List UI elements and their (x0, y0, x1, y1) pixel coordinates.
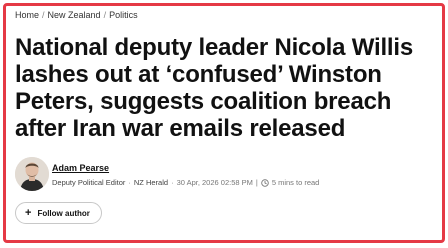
article-meta: Deputy Political Editor · NZ Herald · 30… (52, 178, 319, 188)
breadcrumb-home[interactable]: Home (15, 10, 39, 20)
breadcrumb-separator: / (103, 10, 107, 20)
read-time: 5 mins to read (271, 178, 320, 187)
breadcrumb-new-zealand[interactable]: New Zealand (48, 10, 101, 20)
publish-date: 30 Apr, 2026 02:58 PM (176, 178, 253, 187)
author-name-link[interactable]: Adam Pearse (52, 163, 109, 174)
breadcrumb-separator: / (42, 10, 45, 20)
author-role: Deputy Political Editor (52, 178, 126, 187)
meta-separator: | (255, 178, 258, 187)
article-headline: National deputy leader Nicola Willis las… (15, 34, 414, 142)
plus-icon: + (25, 207, 32, 219)
meta-separator: · (171, 178, 174, 187)
publication-name: NZ Herald (133, 178, 169, 187)
meta-separator: · (128, 178, 131, 187)
clock-icon (261, 179, 269, 187)
author-avatar[interactable] (15, 157, 49, 191)
breadcrumb-politics[interactable]: Politics (109, 10, 138, 20)
author-photo (15, 157, 49, 191)
author-byline: Adam Pearse Deputy Political Editor · NZ… (15, 157, 435, 191)
breadcrumb: Home / New Zealand / Politics (15, 10, 138, 21)
follow-author-button[interactable]: + Follow author (15, 202, 102, 224)
follow-author-label: Follow author (37, 208, 90, 218)
